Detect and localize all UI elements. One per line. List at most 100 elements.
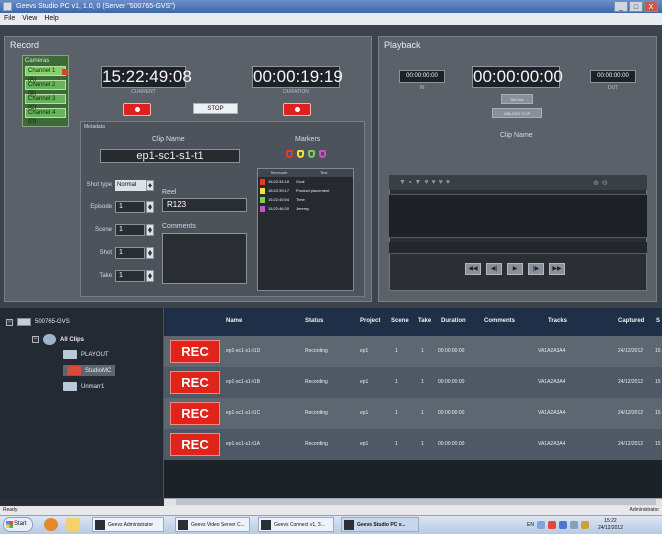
episode-field[interactable]: 1 <box>115 201 145 213</box>
cell-scene: 1 <box>395 410 398 416</box>
episode-stepper[interactable] <box>146 201 154 213</box>
zoom-out-icon[interactable]: ⊖ <box>602 179 608 187</box>
taskbar-item-video-server[interactable]: Geevs Video Server C... <box>175 517 250 532</box>
marker-row[interactable]: 15:22:45:04 Time <box>258 195 353 204</box>
volume-icon[interactable] <box>580 520 589 529</box>
take-stepper[interactable] <box>146 270 154 282</box>
reel-field[interactable]: R123 <box>162 198 247 212</box>
taskbar-label: Geevs Administrator <box>108 522 154 528</box>
shot-field[interactable]: 1 <box>115 247 145 259</box>
step-forward-icon[interactable]: |▶ <box>528 263 544 275</box>
col-project[interactable]: Project <box>360 318 380 324</box>
col-take[interactable]: Take <box>418 318 431 324</box>
recording-folder-icon <box>67 366 81 375</box>
take-field[interactable]: 1 <box>115 270 145 282</box>
taskbar-item-geevs-connect[interactable]: Geevs Connect v1, 3... <box>258 517 334 532</box>
marker-tool-icon[interactable]: ▪ <box>409 179 411 186</box>
comments-field[interactable] <box>162 233 247 284</box>
scrollbar-thumb[interactable] <box>176 499 656 505</box>
tray-icon[interactable] <box>536 520 545 529</box>
step-back-icon[interactable]: ◀| <box>486 263 502 275</box>
table-row[interactable]: REC ep1-sc1-s1-t1C Recording ep1 1 1 00:… <box>164 398 662 429</box>
record-title: Record <box>10 40 40 50</box>
tree-item-label: Unmarr1 <box>81 383 105 390</box>
start-button[interactable]: Start <box>3 517 33 532</box>
playback-scrub-strip[interactable] <box>389 242 647 254</box>
taskbar-item-geevs-admin[interactable]: Geevs Administrator <box>92 517 164 532</box>
menu-file[interactable]: File <box>4 13 15 25</box>
menu-view[interactable]: View <box>22 13 37 25</box>
marker-row[interactable]: 15:22:46:20 Jeremy <box>258 204 353 213</box>
camera-button-3[interactable]: Channel 3 (C) <box>25 94 66 111</box>
shot-stepper[interactable] <box>146 247 154 259</box>
firefox-icon[interactable] <box>44 518 58 531</box>
collapse-icon[interactable]: − <box>6 318 13 326</box>
tree-item-playout[interactable]: PLAYOUT <box>63 350 109 359</box>
marker-timecode: 15:22:45:04 <box>268 197 290 202</box>
minimize-button[interactable]: _ <box>614 1 628 12</box>
clock-time: 15:22 <box>604 517 617 524</box>
cell-tracks: VA1A2A3A4 <box>538 348 566 354</box>
rewind-icon[interactable]: ◀◀ <box>465 263 481 275</box>
scene-field[interactable]: 1 <box>115 224 145 236</box>
marker-purple-icon[interactable] <box>319 150 326 158</box>
maximize-button[interactable]: □ <box>629 1 643 12</box>
record-button[interactable] <box>123 103 151 116</box>
marker-tool-icon[interactable]: ▼ <box>399 179 406 186</box>
marker-green-icon[interactable] <box>308 150 315 158</box>
marker-red-icon[interactable]: ♥ <box>424 179 428 186</box>
col-name[interactable]: Name <box>226 318 242 324</box>
col-status[interactable]: Status <box>305 318 323 324</box>
close-button[interactable]: X <box>644 1 658 12</box>
server-icon <box>17 318 31 326</box>
marker-red-icon[interactable] <box>286 150 293 158</box>
playback-timeline[interactable] <box>389 194 647 238</box>
tray-icon[interactable] <box>558 520 567 529</box>
stop-button[interactable]: STOP <box>193 103 238 114</box>
camera-button-1[interactable]: Channel 1 (A) <box>25 66 66 83</box>
col-s[interactable]: S <box>656 318 660 324</box>
taskbar-label: Geevs Connect v1, 3... <box>274 522 325 528</box>
camera-button-4[interactable]: Channel 4 (D) <box>25 108 66 125</box>
table-row[interactable]: REC ep1-sc1-s1-t1B Recording ep1 1 1 00:… <box>164 367 662 398</box>
network-icon[interactable] <box>569 520 578 529</box>
clock[interactable]: 15:22 24/12/2012 <box>598 518 623 532</box>
tree-item-unmarr[interactable]: Unmarr1 <box>63 382 104 391</box>
col-duration[interactable]: Duration <box>441 318 466 324</box>
tree-all-clips-node[interactable]: − All Clips <box>32 334 84 345</box>
marker-row[interactable]: 15:22:34:18 Goal <box>258 177 353 186</box>
col-comments[interactable]: Comments <box>484 318 515 324</box>
camera-button-2[interactable]: Channel 2 (B) <box>25 80 66 97</box>
folder-icon[interactable] <box>66 518 80 531</box>
menu-help[interactable]: Help <box>44 13 58 25</box>
tray-icon[interactable] <box>547 520 556 529</box>
clip-name-field[interactable]: ep1-sc1-s1-t1 <box>100 149 240 163</box>
shot-type-dropdown-icon[interactable] <box>146 180 154 191</box>
language-indicator[interactable]: EN <box>527 522 534 528</box>
scene-label: Scene <box>94 227 112 233</box>
col-captured[interactable]: Captured <box>618 318 644 324</box>
marker-purple-icon[interactable]: ♥ <box>446 179 450 186</box>
play-icon[interactable]: ▶ <box>507 263 523 275</box>
scene-stepper[interactable] <box>146 224 154 236</box>
tree-server-node[interactable]: − 500765-GVS <box>6 318 70 326</box>
col-tracks[interactable]: Tracks <box>548 318 567 324</box>
app-icon <box>3 2 12 11</box>
collapse-icon[interactable]: − <box>32 336 39 343</box>
table-row[interactable]: REC ep1-sc1-s1-t1D Recording ep1 1 1 00:… <box>164 336 662 367</box>
marker-green-icon[interactable]: ♥ <box>439 179 443 186</box>
record-button-2[interactable] <box>283 103 311 116</box>
zoom-in-icon[interactable]: ⊕ <box>593 179 599 187</box>
table-row[interactable]: REC ep1-sc1-s1-t1A Recording ep1 1 1 00:… <box>164 429 662 460</box>
fast-forward-icon[interactable]: ▶▶ <box>549 263 565 275</box>
marker-row[interactable]: 15:22:39:17 Product placement <box>258 186 353 195</box>
tree-item-studiomc[interactable]: StudioMC <box>63 365 116 376</box>
set-live-button[interactable]: Set live <box>501 94 533 104</box>
unload-clip-button[interactable]: UNLOAD CLIP <box>492 108 542 118</box>
cell-status: Recording <box>305 441 328 447</box>
marker-yellow-icon[interactable] <box>297 150 304 158</box>
taskbar-item-studio-pc[interactable]: Geevs Studio PC v... <box>341 517 419 532</box>
marker-tool-icon[interactable]: ▼ <box>414 179 421 186</box>
marker-yellow-icon[interactable]: ♥ <box>432 179 436 186</box>
col-scene[interactable]: Scene <box>391 318 409 324</box>
